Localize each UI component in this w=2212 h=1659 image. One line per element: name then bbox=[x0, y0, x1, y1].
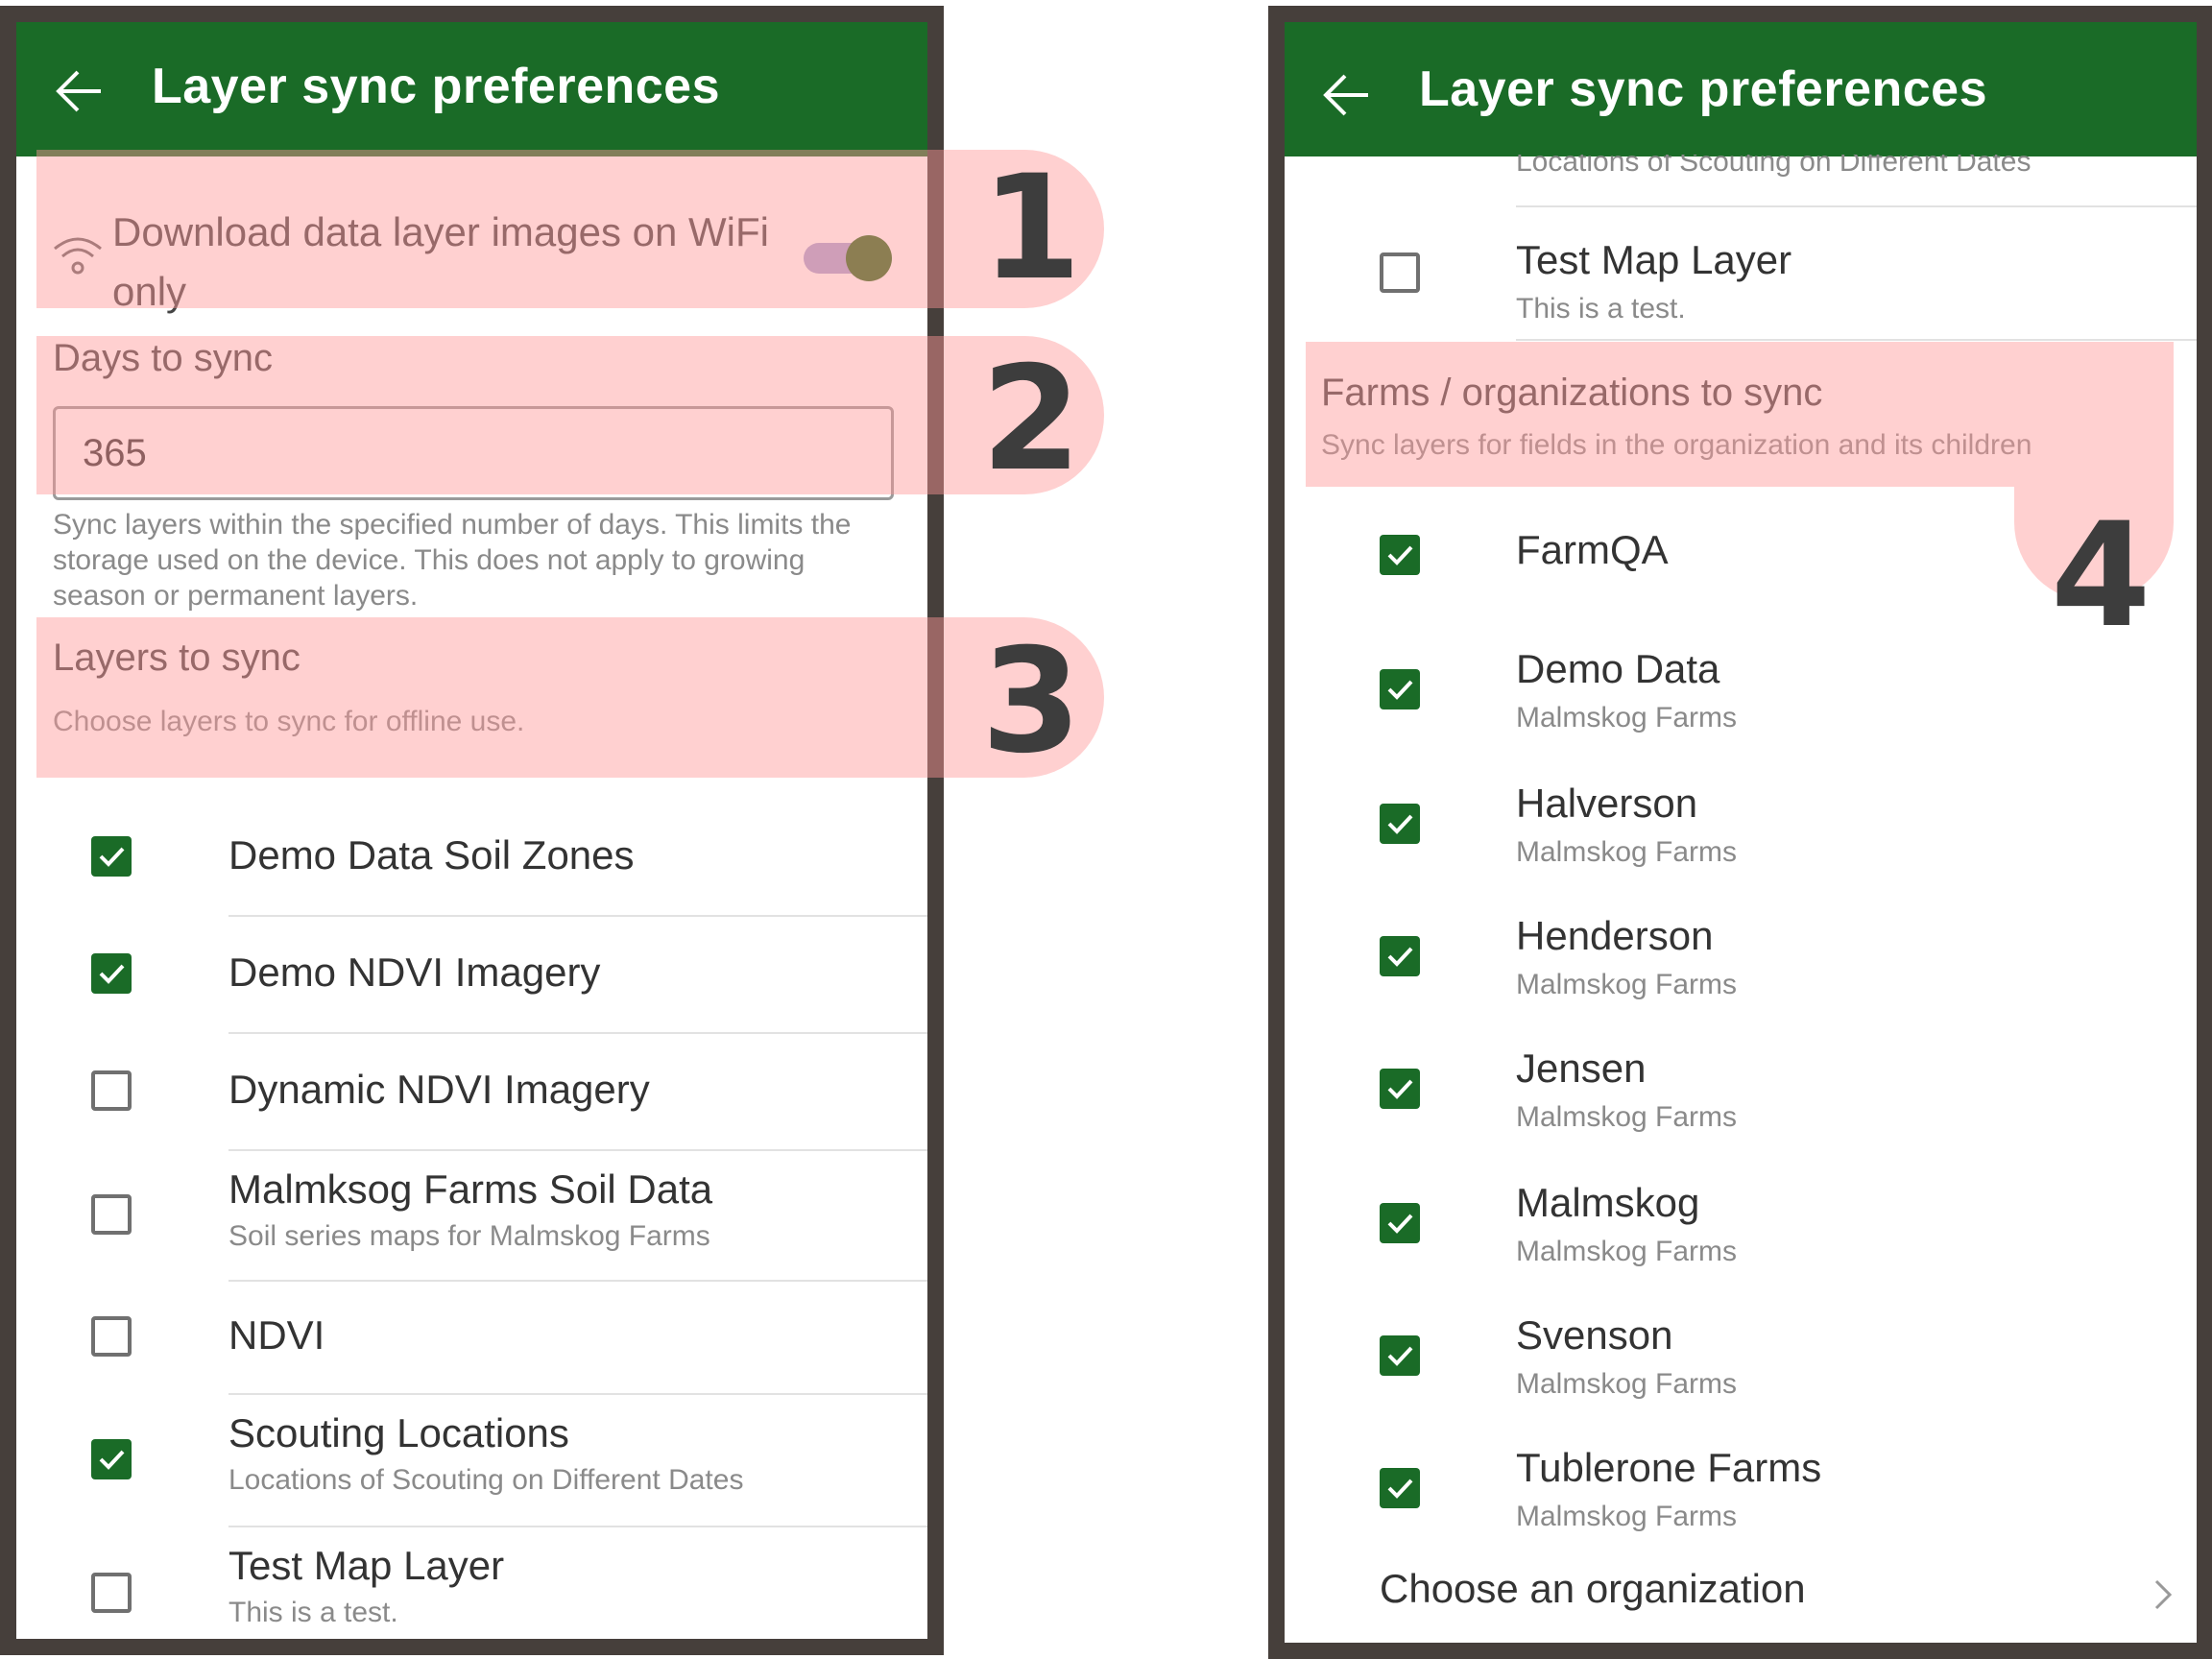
right-screen: Layer sync preferences Locations of Scou… bbox=[1268, 6, 2212, 1659]
app-bar: Layer sync preferences bbox=[1285, 22, 2197, 156]
farm-checkbox[interactable] bbox=[1380, 1069, 1420, 1109]
farm-name: FarmQA bbox=[1516, 527, 1669, 572]
layer-name: Test Map Layer bbox=[1516, 237, 1792, 282]
wifi-only-toggle[interactable] bbox=[804, 231, 892, 285]
left-screen: Layer sync preferences Download data lay… bbox=[0, 6, 944, 1655]
farm-row[interactable]: Malmskog Malmskog Farms bbox=[1285, 1161, 2197, 1280]
partial-description: Locations of Scouting on Different Dates bbox=[1516, 155, 2032, 178]
layer-name: Dynamic NDVI Imagery bbox=[228, 1067, 650, 1112]
layer-name: Demo NDVI Imagery bbox=[228, 950, 601, 995]
wifi-only-label: Download data layer images on WiFi only bbox=[112, 209, 769, 314]
marker-3: 3 bbox=[981, 618, 1082, 785]
layer-description: Soil series maps for Malmskog Farms bbox=[228, 1220, 710, 1252]
layer-row[interactable]: Dynamic NDVI Imagery bbox=[16, 1034, 927, 1151]
days-to-sync-input[interactable]: 365 bbox=[53, 406, 894, 500]
layer-name: Demo Data Soil Zones bbox=[228, 832, 635, 878]
choose-organization-label: Choose an organization bbox=[1380, 1566, 1806, 1611]
layer-description: This is a test. bbox=[1516, 293, 1686, 325]
farm-organization: Malmskog Farms bbox=[1516, 702, 1738, 733]
layer-checkbox[interactable] bbox=[91, 1439, 132, 1479]
farm-checkbox[interactable] bbox=[1380, 936, 1420, 976]
layer-description: This is a test. bbox=[228, 1597, 398, 1628]
farm-checkbox[interactable] bbox=[1380, 669, 1420, 709]
wifi-only-setting[interactable]: Download data layer images on WiFi only bbox=[16, 172, 927, 325]
layer-row[interactable]: Test Map Layer This is a test. bbox=[16, 1527, 927, 1639]
page-title: Layer sync preferences bbox=[1419, 61, 1988, 117]
page-title: Layer sync preferences bbox=[152, 59, 721, 114]
layers-to-sync-title: Layers to sync bbox=[53, 637, 301, 679]
layer-row[interactable]: NDVI bbox=[16, 1282, 927, 1395]
days-to-sync-help: Sync layers within the specified number … bbox=[53, 509, 852, 612]
farm-organization: Malmskog Farms bbox=[1516, 969, 1738, 1000]
layer-checkbox[interactable] bbox=[91, 1194, 132, 1235]
farm-checkbox[interactable] bbox=[1380, 1335, 1420, 1376]
farm-row[interactable]: Tublerone Farms Malmskog Farms bbox=[1285, 1426, 2197, 1545]
wifi-icon bbox=[54, 237, 102, 275]
layer-row[interactable]: Malmksog Farms Soil Data Soil series maps… bbox=[16, 1151, 927, 1282]
farm-name: Tublerone Farms bbox=[1516, 1445, 1822, 1490]
chevron-right-icon bbox=[2154, 1579, 2173, 1610]
farm-row[interactable]: Henderson Malmskog Farms bbox=[1285, 894, 2197, 1013]
farm-row[interactable]: Svenson Malmskog Farms bbox=[1285, 1293, 2197, 1412]
layer-row[interactable]: Test Map Layer This is a test. bbox=[1285, 214, 2197, 349]
farm-name: Jensen bbox=[1516, 1046, 1647, 1091]
layer-checkbox[interactable] bbox=[91, 1070, 132, 1111]
layers-to-sync-subtitle: Choose layers to sync for offline use. bbox=[53, 706, 525, 737]
farm-organization: Malmskog Farms bbox=[1516, 1236, 1738, 1267]
farm-checkbox[interactable] bbox=[1380, 535, 1420, 575]
marker-4: 4 bbox=[2051, 493, 2152, 660]
farm-row[interactable]: Jensen Malmskog Farms bbox=[1285, 1026, 2197, 1145]
farm-organization: Malmskog Farms bbox=[1516, 836, 1738, 868]
layer-name: NDVI bbox=[228, 1312, 325, 1358]
farm-checkbox[interactable] bbox=[1380, 804, 1420, 844]
layer-row[interactable]: Demo NDVI Imagery bbox=[16, 917, 927, 1034]
farm-name: Demo Data bbox=[1516, 646, 1720, 691]
farm-organization: Malmskog Farms bbox=[1516, 1368, 1738, 1400]
layer-row[interactable]: Scouting Locations Locations of Scouting … bbox=[16, 1395, 927, 1527]
layer-checkbox[interactable] bbox=[1380, 252, 1420, 293]
layer-checkbox[interactable] bbox=[91, 836, 132, 877]
layer-checkbox[interactable] bbox=[91, 1573, 132, 1613]
layer-name: Malmksog Farms Soil Data bbox=[228, 1166, 713, 1212]
layer-name: Test Map Layer bbox=[228, 1543, 505, 1588]
farms-to-sync-title: Farms / organizations to sync bbox=[1321, 372, 1823, 414]
layer-checkbox[interactable] bbox=[91, 953, 132, 994]
days-to-sync-label: Days to sync bbox=[53, 337, 273, 379]
marker-1: 1 bbox=[981, 145, 1082, 312]
farm-name: Halverson bbox=[1516, 781, 1698, 826]
farm-checkbox[interactable] bbox=[1380, 1468, 1420, 1508]
layer-checkbox[interactable] bbox=[91, 1316, 132, 1357]
farm-organization: Malmskog Farms bbox=[1516, 1101, 1738, 1133]
back-arrow-icon[interactable] bbox=[53, 64, 107, 118]
farms-to-sync-subtitle: Sync layers for fields in the organizati… bbox=[1321, 429, 2032, 461]
choose-organization-row[interactable]: Choose an organization bbox=[1285, 1549, 2197, 1643]
farm-name: Malmskog bbox=[1516, 1180, 1700, 1225]
farm-name: Svenson bbox=[1516, 1312, 1673, 1358]
layer-name: Scouting Locations bbox=[228, 1410, 569, 1455]
farm-name: Henderson bbox=[1516, 913, 1714, 958]
layer-row[interactable]: Demo Data Soil Zones bbox=[16, 800, 927, 917]
marker-2: 2 bbox=[981, 336, 1082, 503]
app-bar: Layer sync preferences bbox=[16, 22, 927, 156]
farm-row[interactable]: Halverson Malmskog Farms bbox=[1285, 761, 2197, 880]
farm-organization: Malmskog Farms bbox=[1516, 1501, 1738, 1532]
farm-checkbox[interactable] bbox=[1380, 1203, 1420, 1243]
back-arrow-icon[interactable] bbox=[1320, 68, 1374, 122]
layer-description: Locations of Scouting on Different Dates bbox=[228, 1464, 744, 1496]
